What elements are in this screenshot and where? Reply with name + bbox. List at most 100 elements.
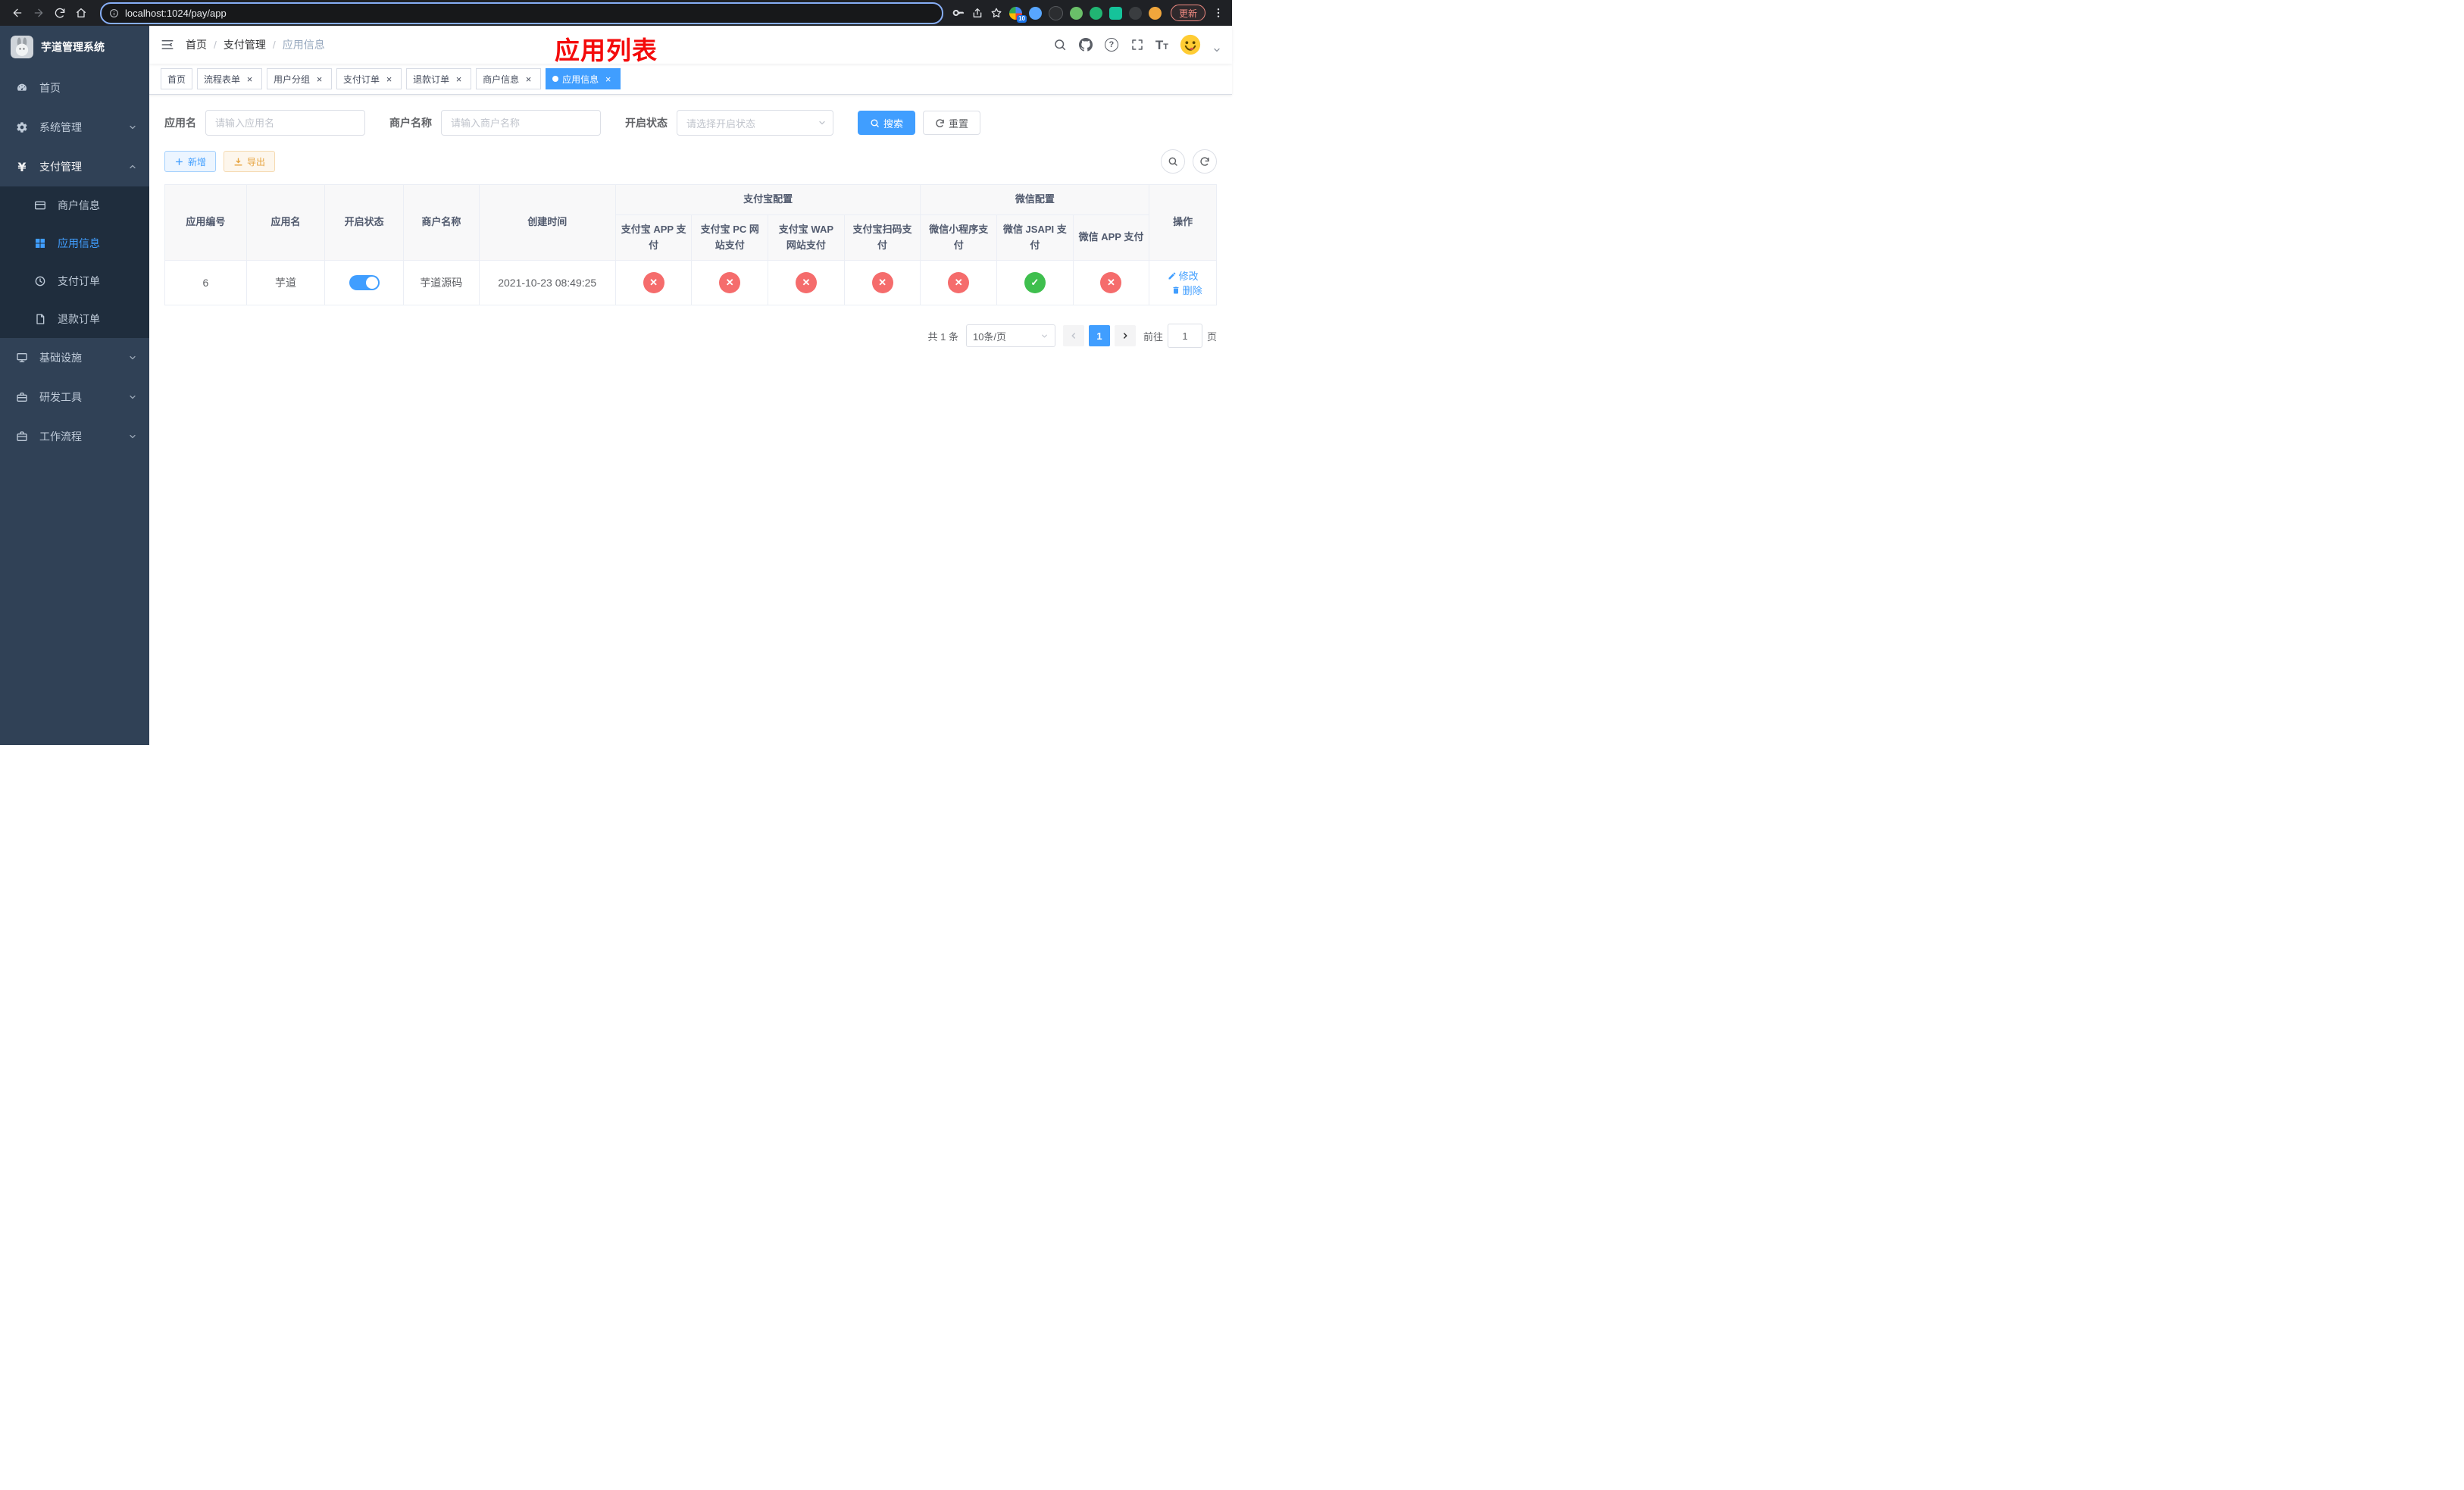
extension-icon[interactable] [1148, 6, 1162, 20]
sidebar-collapse-icon[interactable] [149, 26, 186, 64]
tab-label: 应用信息 [562, 74, 599, 85]
chevron-down-icon [128, 393, 137, 402]
browser-actions: 10 更新 [952, 5, 1224, 23]
navbar: 首页 / 支付管理 / 应用信息 ? TT [149, 26, 1232, 64]
breadcrumb-current: 应用信息 [282, 39, 325, 51]
edit-link[interactable]: 修改 [1168, 268, 1199, 283]
tab-merchant-info[interactable]: 商户信息 × [476, 68, 542, 89]
next-page-button[interactable] [1114, 325, 1136, 347]
export-button[interactable]: 导出 [224, 151, 276, 172]
toggle-search-button[interactable] [1161, 149, 1185, 174]
breadcrumb-home[interactable]: 首页 [186, 37, 207, 52]
col-header-alipay-wap: 支付宝 WAP 网站支付 [768, 214, 845, 261]
status-cross-icon [795, 272, 817, 294]
status-select[interactable]: 请选择开启状态 [677, 110, 833, 136]
prev-page-button[interactable] [1062, 325, 1084, 347]
breadcrumb-payment[interactable]: 支付管理 [224, 37, 266, 52]
close-icon[interactable]: × [523, 74, 534, 85]
reset-button[interactable]: 重置 [923, 111, 981, 135]
close-icon[interactable]: × [314, 74, 325, 85]
status-check-icon [1024, 272, 1046, 294]
extension-icon[interactable] [1089, 6, 1102, 20]
close-icon[interactable]: × [602, 74, 614, 85]
status-cross-icon [643, 272, 664, 294]
tab-user-group[interactable]: 用户分组 × [267, 68, 333, 89]
extension-icon[interactable] [1128, 6, 1142, 20]
reload-icon[interactable] [50, 3, 70, 23]
forward-icon[interactable] [29, 3, 48, 23]
col-header-merchant: 商户名称 [403, 183, 480, 261]
site-info-icon[interactable] [109, 8, 119, 18]
tab-app-info[interactable]: 应用信息 × [546, 68, 621, 89]
extension-icon[interactable] [1108, 6, 1122, 20]
sidebar-item-app-info[interactable]: 应用信息 [0, 224, 149, 262]
caret-down-icon[interactable] [1212, 45, 1221, 55]
search-button[interactable]: 搜索 [858, 111, 916, 135]
extension-icon[interactable] [1048, 5, 1063, 20]
home-icon[interactable] [71, 3, 91, 23]
extension-icon[interactable] [1069, 6, 1083, 20]
extension-icon[interactable] [1028, 6, 1042, 20]
refresh-button[interactable] [1193, 149, 1217, 174]
toolbox-icon [15, 390, 29, 404]
browser-toolbar: localhost:1024/pay/app 10 更新 [0, 0, 1232, 26]
avatar[interactable] [1179, 33, 1202, 56]
app-title: 芋道管理系统 [41, 41, 105, 53]
sidebar-item-dev-tools[interactable]: 研发工具 [0, 377, 149, 417]
tab-pay-orders[interactable]: 支付订单 × [336, 68, 402, 89]
share-icon[interactable] [971, 7, 983, 19]
col-header-actions: 操作 [1149, 183, 1217, 261]
chevron-down-icon [818, 118, 827, 127]
cell-actions: 修改 删除 [1149, 260, 1217, 306]
cell-alipay-app [614, 260, 693, 306]
font-size-icon[interactable]: TT [1155, 39, 1168, 52]
sidebar-item-pay-orders[interactable]: 支付订单 [0, 262, 149, 300]
add-button[interactable]: 新增 [164, 151, 217, 172]
tab-label: 退款订单 [413, 74, 450, 85]
tab-process-form[interactable]: 流程表单 × [197, 68, 263, 89]
col-header-wechat-mini: 微信小程序支付 [920, 214, 998, 261]
page-size-select[interactable]: 10条/页 [965, 324, 1055, 348]
bookmark-star-icon[interactable] [990, 7, 1002, 19]
status-toggle[interactable] [349, 275, 380, 291]
browser-update-button[interactable]: 更新 [1170, 5, 1205, 21]
close-icon[interactable]: × [453, 74, 464, 85]
col-header-status: 开启状态 [324, 183, 404, 261]
back-icon[interactable] [8, 3, 27, 23]
extension-icon[interactable]: 10 [1008, 6, 1027, 23]
sidebar-item-merchant-info[interactable]: 商户信息 [0, 186, 149, 224]
page-number-button[interactable]: 1 [1088, 325, 1110, 347]
cell-wechat-app [1072, 260, 1150, 306]
app-name-input[interactable] [205, 110, 365, 136]
help-icon[interactable]: ? [1104, 37, 1119, 52]
status-select-placeholder: 请选择开启状态 [686, 117, 756, 130]
sidebar-item-home[interactable]: 首页 [0, 68, 149, 108]
app-table: 应用编号 应用名 开启状态 商户名称 创建时间 支付宝配置 微信配置 操作 支付… [164, 183, 1217, 306]
close-icon[interactable]: × [383, 74, 395, 85]
merchant-name-input[interactable] [441, 110, 601, 136]
sidebar-logo[interactable]: 芋道管理系统 [0, 26, 149, 68]
cell-alipay-qr [843, 260, 921, 306]
address-bar[interactable]: localhost:1024/pay/app [100, 2, 943, 24]
cell-alipay-wap [768, 260, 845, 306]
briefcase-icon [15, 430, 29, 443]
edit-link-label: 修改 [1178, 271, 1199, 283]
sidebar-item-refund-orders[interactable]: 退款订单 [0, 300, 149, 338]
search-icon[interactable] [1052, 37, 1068, 52]
sidebar-item-label: 商户信息 [58, 199, 100, 211]
goto-page-input[interactable] [1167, 324, 1202, 349]
page-content: 应用名 商户名称 开启状态 请选择开启状态 搜索 重置 [149, 95, 1232, 349]
sidebar-item-infra[interactable]: 基础设施 [0, 338, 149, 377]
fullscreen-icon[interactable] [1130, 37, 1145, 52]
delete-link[interactable]: 删除 [1171, 283, 1202, 297]
tab-refund-orders[interactable]: 退款订单 × [406, 68, 472, 89]
breadcrumb-separator: / [272, 39, 276, 51]
tab-home[interactable]: 首页 [161, 68, 193, 89]
close-icon[interactable]: × [244, 74, 255, 85]
password-key-icon[interactable] [952, 7, 965, 19]
github-icon[interactable] [1078, 37, 1093, 52]
sidebar-item-system[interactable]: 系统管理 [0, 108, 149, 147]
sidebar-item-workflow[interactable]: 工作流程 [0, 417, 149, 456]
sidebar-item-payment[interactable]: ¥ 支付管理 [0, 147, 149, 186]
browser-menu-icon[interactable] [1212, 7, 1224, 19]
